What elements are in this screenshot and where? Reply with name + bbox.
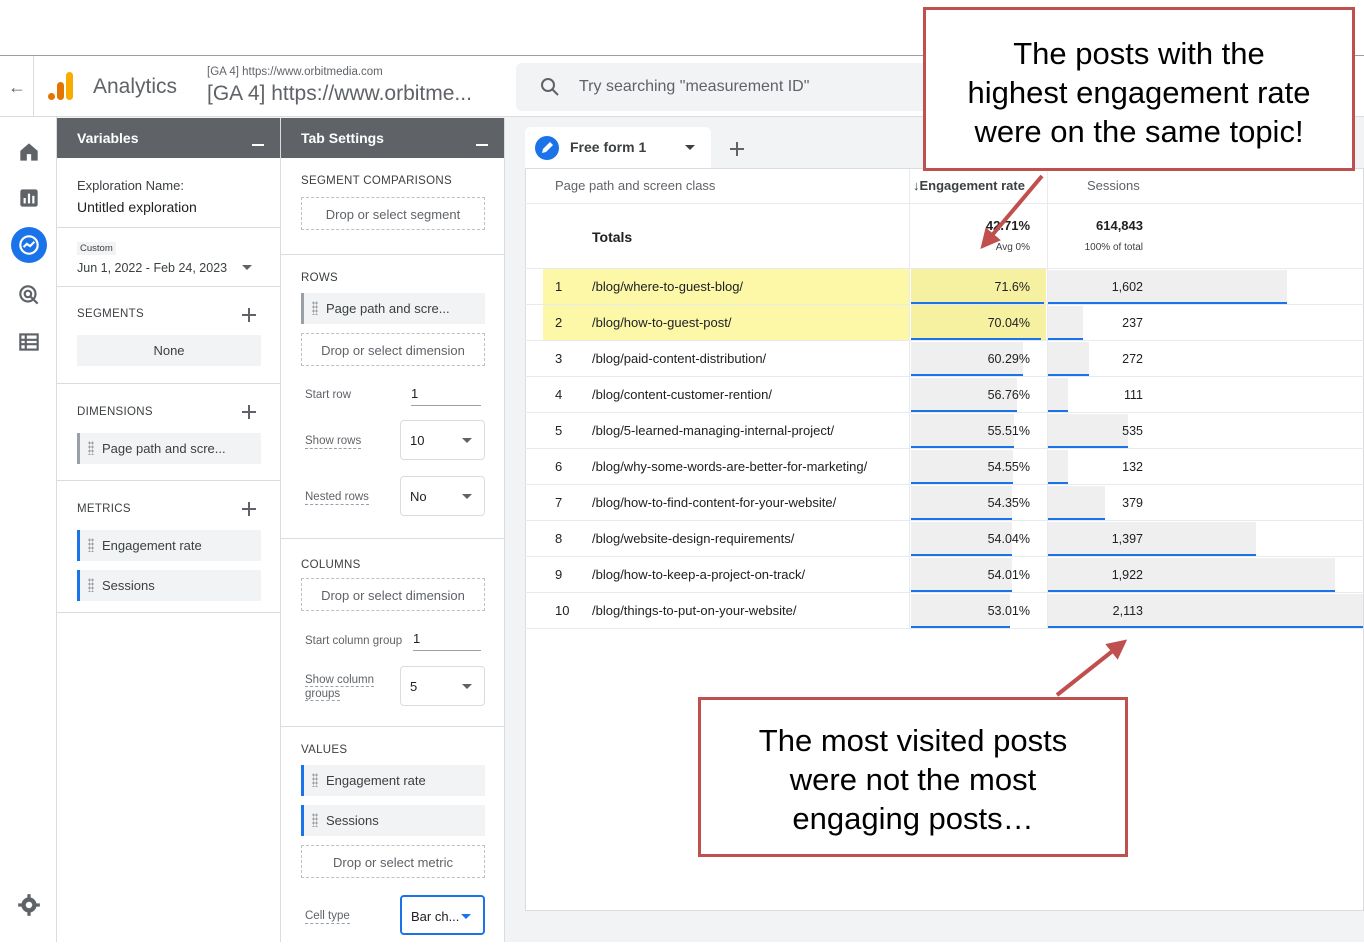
arrows-overlay <box>980 174 1128 697</box>
arrow-to-engagement <box>980 174 1044 250</box>
arrow-to-sessions <box>1055 639 1128 697</box>
